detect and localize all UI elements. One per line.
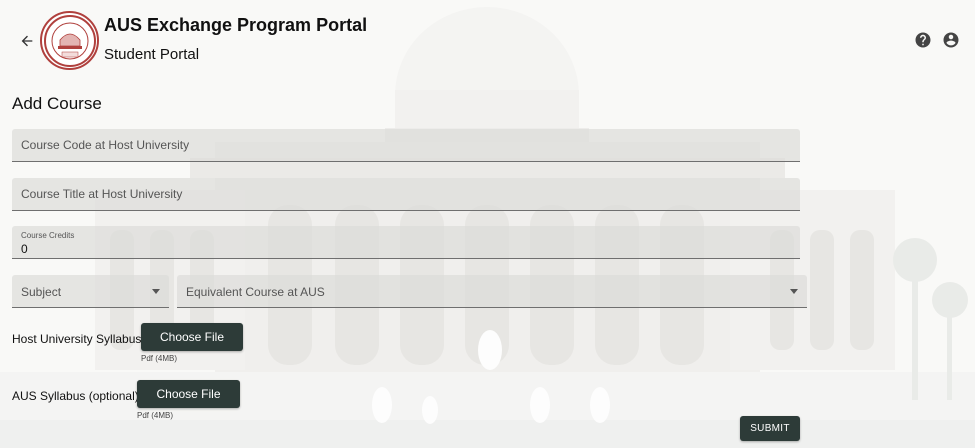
- course-title-field[interactable]: [12, 178, 800, 211]
- help-icon[interactable]: [914, 31, 932, 49]
- submit-button[interactable]: SUBMIT: [740, 416, 800, 441]
- aus-syllabus-choose-file-button[interactable]: Choose File: [137, 380, 240, 408]
- page-heading: Add Course: [12, 94, 102, 113]
- account-circle-icon[interactable]: [942, 31, 960, 49]
- equivalent-course-select-label: Equivalent Course at AUS: [186, 285, 325, 299]
- app-title: AUS Exchange Program Portal: [104, 15, 368, 35]
- chevron-down-icon: [152, 289, 160, 294]
- equivalent-course-select[interactable]: Equivalent Course at AUS: [177, 275, 807, 308]
- subject-select[interactable]: Subject: [12, 275, 169, 308]
- app-subtitle: Student Portal: [104, 46, 200, 63]
- course-title-input[interactable]: [12, 178, 800, 210]
- chevron-down-icon: [790, 289, 798, 294]
- course-credits-field[interactable]: Course Credits: [12, 226, 800, 259]
- host-syllabus-label: Host University Syllabus: [12, 332, 142, 346]
- course-code-field[interactable]: [12, 129, 800, 162]
- aus-syllabus-hint: Pdf (4MB): [137, 411, 174, 420]
- aus-syllabus-label: AUS Syllabus (optional): [12, 389, 139, 403]
- host-syllabus-choose-file-button[interactable]: Choose File: [141, 323, 243, 351]
- back-arrow-icon[interactable]: [14, 28, 40, 54]
- host-syllabus-hint: Pdf (4MB): [141, 354, 178, 363]
- course-code-input[interactable]: [12, 129, 800, 161]
- subject-select-label: Subject: [21, 285, 62, 299]
- university-logo: [40, 11, 99, 70]
- course-credits-input[interactable]: [12, 226, 800, 258]
